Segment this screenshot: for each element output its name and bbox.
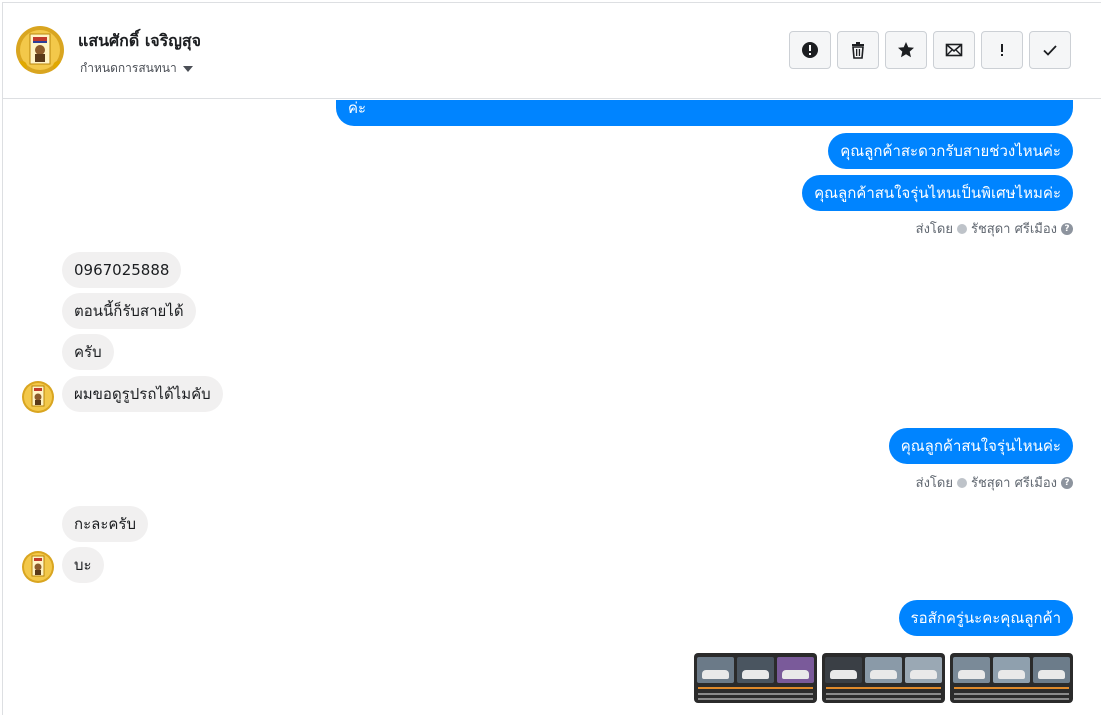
car-image-thumbnail[interactable] bbox=[694, 653, 817, 703]
image-attachments bbox=[694, 653, 1073, 703]
page-icon bbox=[956, 477, 967, 488]
message-outgoing[interactable]: รอสักครู่นะคะคุณลูกค้า bbox=[898, 600, 1073, 636]
car-image-thumbnail[interactable] bbox=[950, 653, 1073, 703]
contact-name: แสนศักดิ์ เจริญสุจ bbox=[78, 31, 202, 50]
alert-icon bbox=[802, 42, 818, 58]
message-outgoing[interactable]: ค่ะ bbox=[336, 100, 1073, 126]
message-text: กะละครับ bbox=[74, 515, 136, 533]
exclamation-icon bbox=[1001, 44, 1003, 56]
message-thread: ค่ะ คุณลูกค้าสะดวกรับสายช่วงไหนค่ะ คุณลู… bbox=[3, 100, 1101, 715]
done-button[interactable] bbox=[1029, 31, 1071, 69]
sent-by-info: ส่งโดย รัชสุดา ศรีเมือง ? bbox=[916, 472, 1073, 493]
message-incoming[interactable]: ผมขอดูรูปรถได้ไมคับ bbox=[62, 376, 223, 412]
conversation-panel: แสนศักดิ์ เจริญสุจ กำหนดการสนทนา ค่ะ คุณ… bbox=[2, 2, 1101, 715]
spam-button[interactable] bbox=[789, 31, 831, 69]
star-button[interactable] bbox=[885, 31, 927, 69]
message-text: คุณลูกค้าสนใจรุ่นไหนเป็นพิเศษไหมค่ะ bbox=[814, 184, 1061, 202]
mark-unread-button[interactable] bbox=[933, 31, 975, 69]
message-outgoing[interactable]: คุณลูกค้าสนใจรุ่นไหนเป็นพิเศษไหมค่ะ bbox=[802, 175, 1073, 211]
message-text: 0967025888 bbox=[74, 261, 170, 279]
follow-up-button[interactable] bbox=[981, 31, 1023, 69]
delete-button[interactable] bbox=[837, 31, 879, 69]
message-text: รอสักครู่นะคะคุณลูกค้า bbox=[910, 609, 1061, 627]
message-incoming[interactable]: กะละครับ bbox=[62, 506, 148, 542]
sender-name[interactable]: รัชสุดา ศรีเมือง bbox=[971, 218, 1057, 239]
contact-avatar[interactable] bbox=[16, 26, 64, 74]
message-incoming[interactable]: ครับ bbox=[62, 334, 114, 370]
message-text: ผมขอดูรูปรถได้ไมคับ bbox=[74, 385, 211, 403]
message-text: ตอนนี้ก็รับสายได้ bbox=[74, 302, 184, 320]
contact-avatar-small[interactable] bbox=[22, 551, 54, 583]
help-icon[interactable]: ? bbox=[1061, 222, 1073, 235]
conversation-actions bbox=[789, 31, 1071, 69]
sent-by-info: ส่งโดย รัชสุดา ศรีเมือง ? bbox=[916, 218, 1073, 239]
message-incoming[interactable]: 0967025888 bbox=[62, 252, 182, 288]
car-image-thumbnail[interactable] bbox=[822, 653, 945, 703]
message-outgoing[interactable]: คุณลูกค้าสนใจรุ่นไหนค่ะ bbox=[888, 428, 1073, 464]
message-outgoing[interactable]: คุณลูกค้าสะดวกรับสายช่วงไหนค่ะ bbox=[828, 133, 1073, 169]
sent-by-label: ส่งโดย bbox=[915, 476, 953, 491]
help-icon[interactable]: ? bbox=[1061, 476, 1073, 489]
check-icon bbox=[1043, 45, 1057, 56]
mail-icon bbox=[945, 43, 963, 57]
message-text: ครับ bbox=[74, 343, 102, 361]
sender-name[interactable]: รัชสุดา ศรีเมือง bbox=[971, 472, 1057, 493]
assign-label: กำหนดการสนทนา bbox=[80, 61, 177, 75]
contact-avatar-small[interactable] bbox=[22, 381, 54, 413]
message-text: ค่ะ bbox=[348, 100, 367, 117]
conversation-header: แสนศักดิ์ เจริญสุจ กำหนดการสนทนา bbox=[3, 3, 1101, 99]
message-incoming[interactable]: บะ bbox=[62, 547, 104, 583]
caret-down-icon bbox=[182, 65, 193, 72]
star-icon bbox=[898, 42, 914, 58]
message-text: คุณลูกค้าสนใจรุ่นไหนค่ะ bbox=[900, 437, 1061, 455]
page-icon bbox=[956, 223, 967, 234]
assign-conversation-dropdown[interactable]: กำหนดการสนทนา bbox=[80, 59, 193, 78]
sent-by-label: ส่งโดย bbox=[915, 222, 953, 237]
message-text: คุณลูกค้าสะดวกรับสายช่วงไหนค่ะ bbox=[840, 142, 1061, 160]
message-incoming[interactable]: ตอนนี้ก็รับสายได้ bbox=[62, 293, 196, 329]
trash-icon bbox=[852, 42, 864, 59]
message-text: บะ bbox=[74, 556, 92, 574]
